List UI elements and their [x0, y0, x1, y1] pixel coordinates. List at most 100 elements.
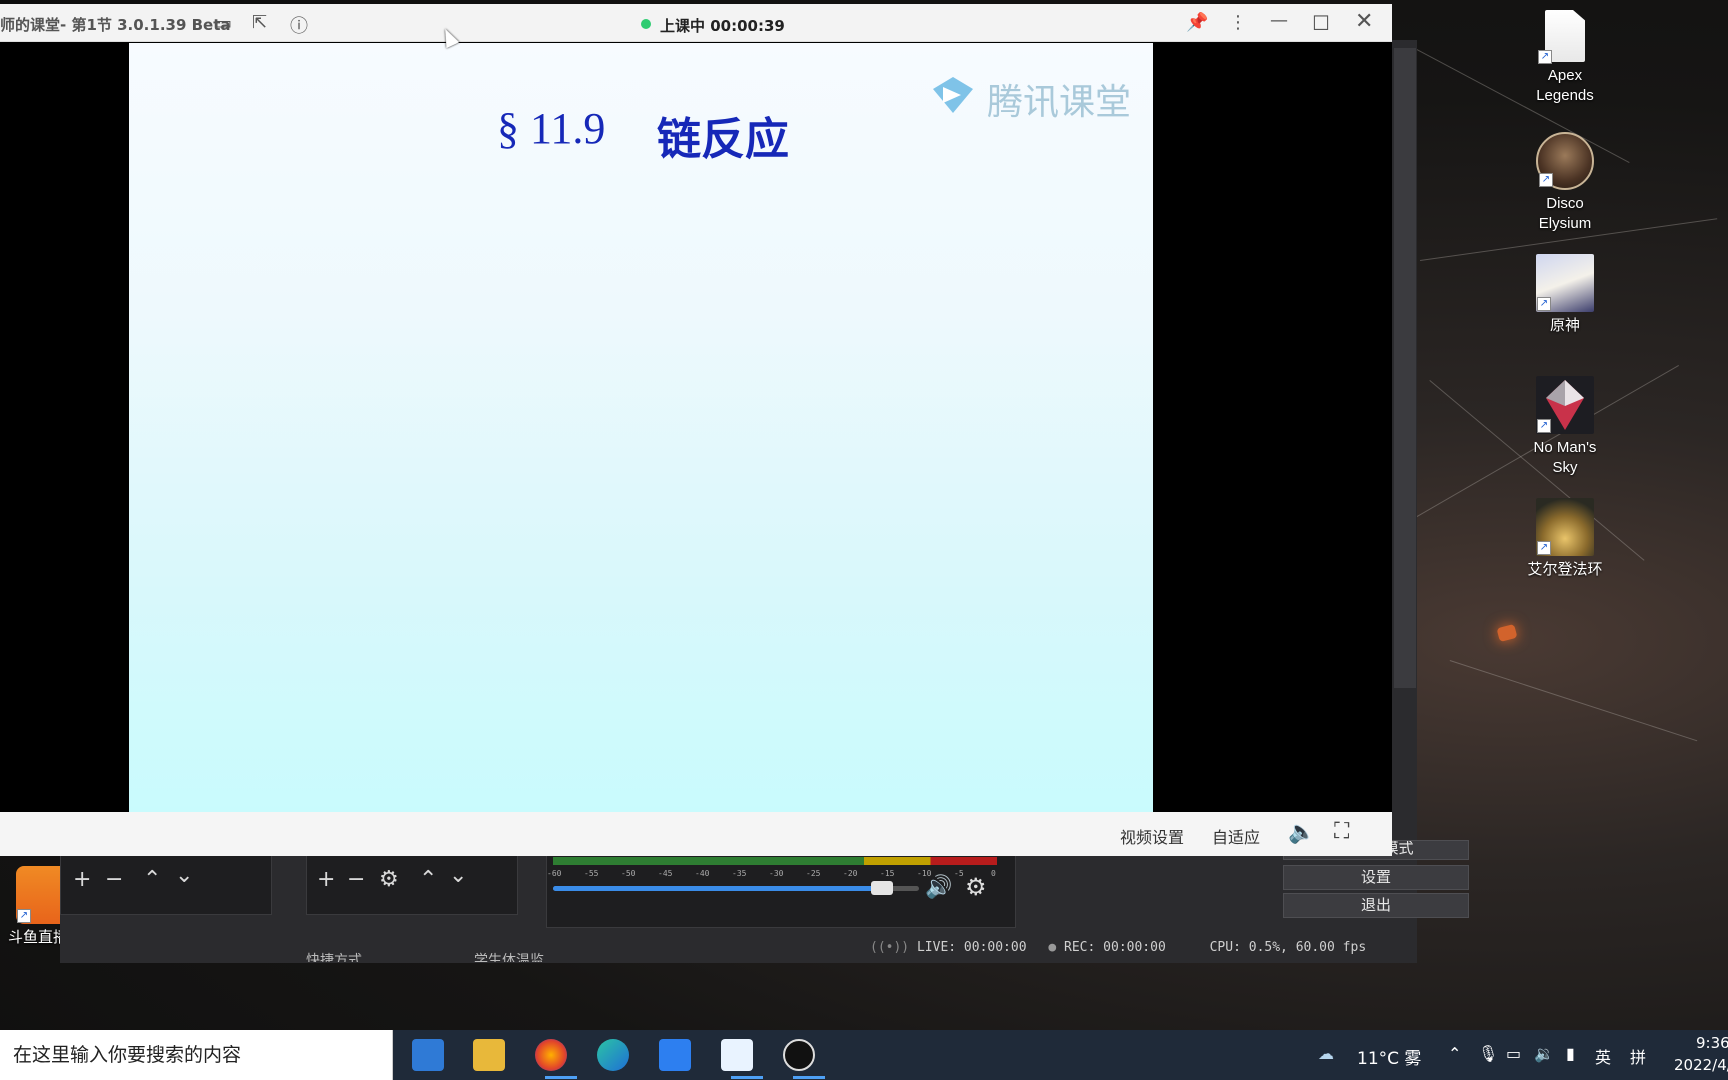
meter-tick-label: -35 [732, 869, 747, 878]
desktop-icon-elden-ring[interactable]: ↗ 艾尔登法环 [1520, 498, 1610, 580]
volume-slider[interactable] [553, 881, 919, 895]
title-bar[interactable]: 师的课堂- 第1节 3.0.1.39 Beta ▭ ⇱ ⓘ 上课中 00:00:… [0, 4, 1392, 42]
clock-time[interactable]: 9:36 [1696, 1034, 1728, 1052]
partial-label: 学生体温监... [474, 953, 558, 962]
obs-taskbar-icon[interactable] [783, 1039, 815, 1071]
meter-tick-label: -60 [547, 869, 562, 878]
shortcut-arrow-icon: ↗ [1537, 419, 1551, 433]
network-icon[interactable]: ▭ [1506, 1044, 1521, 1063]
tencent-classroom-taskbar-icon[interactable] [721, 1039, 753, 1071]
settings-button[interactable]: 设置 [1283, 865, 1469, 890]
clock-date[interactable]: 2022/4/ [1674, 1056, 1728, 1074]
fit-button[interactable]: 自适应 [1212, 824, 1260, 848]
slide-area: 腾讯课堂 § 11.9 链反应 [129, 43, 1153, 812]
weather-text[interactable]: 11°C 雾 [1357, 1044, 1421, 1069]
rec-dot-icon: ● [1048, 940, 1057, 955]
desktop-icon-label: 原神 [1549, 317, 1580, 334]
diamond-icon: ↗ [1536, 376, 1594, 434]
obs-status-bar: ((•)) LIVE: 00:00:00 ● REC: 00:00:00 CPU… [870, 940, 1366, 955]
partial-label: 快捷方式 [306, 953, 362, 962]
logo-shape [933, 77, 973, 113]
mail-icon[interactable] [412, 1039, 444, 1071]
source-up-icon[interactable]: ⌃ [419, 868, 437, 892]
live-time: LIVE: 00:00:00 [916, 940, 1027, 955]
tencent-classroom-logo-icon [927, 69, 979, 121]
wallpaper-crack [1449, 660, 1698, 742]
meter-tick-label: -25 [806, 869, 821, 878]
scenes-panel: + − ⌃ ⌄ [60, 855, 272, 915]
minimize-icon[interactable]: — [1270, 10, 1288, 31]
obs-scrollbar[interactable] [1394, 48, 1416, 688]
add-source-icon[interactable]: + [317, 868, 335, 892]
source-down-icon[interactable]: ⌄ [449, 864, 467, 888]
tray-expand-icon[interactable]: ⌃ [1448, 1044, 1461, 1063]
fullscreen-icon[interactable]: ⛶ [1334, 819, 1349, 844]
weather-cloud-icon: ☁ [1318, 1044, 1334, 1063]
shortcut-arrow-icon: ↗ [1537, 297, 1551, 311]
volume-slider-handle[interactable] [871, 881, 894, 895]
meter-tick-label: -5 [954, 869, 964, 878]
feishu-icon[interactable] [659, 1039, 691, 1071]
live-icon: ((•)) [870, 940, 910, 955]
add-scene-icon[interactable]: + [73, 868, 91, 892]
file-explorer-icon[interactable] [473, 1039, 505, 1071]
remove-source-icon[interactable]: − [347, 868, 365, 892]
portrait-icon: ↗ [1536, 132, 1594, 190]
class-status: 上课中 00:00:39 [660, 17, 785, 35]
desktop-icon-apex[interactable]: ↗ Apex Legends [1520, 10, 1610, 106]
tencent-classroom-window: 师的课堂- 第1节 3.0.1.39 Beta ▭ ⇱ ⓘ 上课中 00:00:… [0, 4, 1392, 856]
wallpaper-ember [1496, 623, 1518, 643]
report-icon[interactable]: ⓘ [290, 12, 308, 38]
desktop-icon-label: No Man's Sky [1533, 439, 1597, 476]
maximize-icon[interactable]: ☐ [1312, 11, 1330, 35]
desktop-icon-label: Apex Legends [1536, 67, 1594, 104]
meter-tick-label: -50 [621, 869, 636, 878]
player-control-bar: 视频设置 自适应 🔈 ⛶ [0, 812, 1392, 856]
slide-heading-number: § 11.9 [497, 104, 606, 153]
live-status-dot-icon [641, 19, 651, 29]
desktop-icon-label: Disco Elysium [1538, 195, 1592, 232]
anime-girl-icon: ↗ [1536, 254, 1594, 312]
microphone-icon[interactable]: 🎙 [1478, 1044, 1498, 1063]
desktop-icon-disco-elysium[interactable]: ↗ Disco Elysium [1520, 132, 1610, 234]
window-title: 师的课堂- 第1节 3.0.1.39 Beta [0, 16, 231, 34]
desktop-icon-no-mans-sky[interactable]: ↗ No Man's Sky [1520, 376, 1610, 478]
volume-icon[interactable]: 🔉 [1534, 1044, 1554, 1063]
video-settings-button[interactable]: 视频设置 [1120, 824, 1184, 848]
speaker-icon[interactable]: 🔊 [925, 875, 952, 900]
meter-tick-label: -45 [658, 869, 673, 878]
remove-scene-icon[interactable]: − [105, 868, 123, 892]
close-icon[interactable]: ✕ [1355, 9, 1373, 34]
audio-settings-icon[interactable]: ⚙ [965, 873, 987, 901]
pin-icon[interactable]: 📌 [1186, 12, 1208, 33]
more-icon[interactable]: ⋮ [1229, 12, 1247, 33]
meter-tick-label: -20 [843, 869, 858, 878]
battery-icon[interactable]: ▮ [1566, 1044, 1575, 1063]
sources-panel: + − ⚙ ⌃ ⌄ [306, 855, 518, 915]
taskbar-search-input[interactable]: 在这里输入你要搜索的内容 [0, 1030, 393, 1080]
exit-button[interactable]: 退出 [1283, 893, 1469, 918]
taskbar: 在这里输入你要搜索的内容 ☁ 11°C 雾 ⌃ 🎙 ▭ 🔉 ▮ 英 拼 9:36… [0, 1030, 1728, 1080]
meter-tick-label: -15 [880, 869, 895, 878]
meter-tick-label: -30 [769, 869, 784, 878]
firefox-icon[interactable] [535, 1039, 567, 1071]
elden-ring-icon: ↗ [1536, 498, 1594, 556]
watermark-text: 腾讯课堂 [987, 82, 1132, 123]
edge-icon[interactable] [597, 1039, 629, 1071]
rec-time: REC: 00:00:00 [1064, 940, 1166, 955]
shortcut-arrow-icon: ↗ [1537, 541, 1551, 555]
shortcut-arrow-icon: ↗ [1538, 50, 1552, 64]
audio-mixer-panel: -60 -55 -50 -45 -40 -35 -30 -25 -20 -15 -10 -5 0 🔊 ⚙ [546, 848, 1016, 928]
active-indicator [731, 1076, 763, 1079]
active-indicator [545, 1076, 577, 1079]
meter-tick-label: -55 [584, 869, 599, 878]
ime-mode[interactable]: 拼 [1630, 1044, 1646, 1068]
move-up-icon[interactable]: ⌃ [143, 868, 161, 892]
popout-icon[interactable]: ⇱ [252, 12, 267, 33]
mute-icon[interactable]: 🔈 [1288, 820, 1315, 845]
source-settings-icon[interactable]: ⚙ [379, 868, 399, 892]
chat-icon[interactable]: ▭ [215, 13, 232, 34]
ime-lang[interactable]: 英 [1595, 1044, 1611, 1068]
desktop-icon-genshin[interactable]: ↗ 原神 [1520, 254, 1610, 336]
move-down-icon[interactable]: ⌄ [175, 864, 193, 888]
